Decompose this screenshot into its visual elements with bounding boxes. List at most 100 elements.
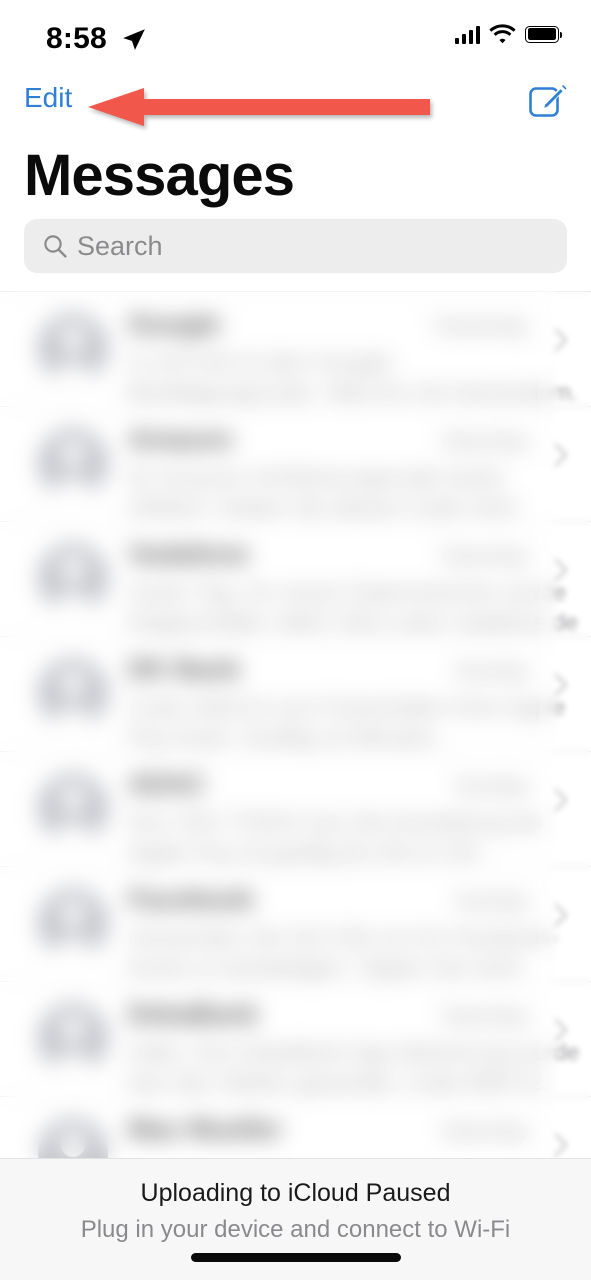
- row-header: Google Yesterday: [128, 309, 581, 340]
- person-placeholder-icon: [38, 1118, 108, 1159]
- conversation-sender: DK Bank: [128, 654, 241, 684]
- row-text: Amazon Saturday Ihr Amazon-Verifizierungsc…: [128, 424, 581, 524]
- row-text: Facebook Sunday Verwenden Sie 615 204 um I…: [128, 884, 581, 984]
- row-header: Max Mueller Saturday: [128, 1114, 581, 1145]
- row-header: DekaBank Saturday: [128, 999, 581, 1030]
- avatar-body: [48, 1052, 98, 1073]
- person-placeholder-icon: [38, 888, 108, 958]
- banner-subtitle: Plug in your device and connect to Wi-Fi: [80, 1216, 511, 1243]
- conversation-preview: Verwenden Sie 615 204 um Ihr Facebook-Ko…: [128, 924, 559, 981]
- wifi-icon: [489, 24, 516, 44]
- conversation-row[interactable]: ADAC Sunday Ihre TAN 778341 fuer die Anmel…: [0, 751, 591, 866]
- avatar-head: [60, 440, 86, 467]
- chevron-right-icon[interactable]: [553, 327, 569, 353]
- conversation-row[interactable]: DekaBank Saturday Hallo, Ihre DekaBank App…: [0, 981, 591, 1096]
- chevron-right-icon[interactable]: [553, 672, 569, 698]
- conversation-timestamp: Sunday: [454, 888, 529, 913]
- conversation-preview: Guten Tag, Ihr neues Datenvolumen wurde …: [128, 579, 579, 636]
- person-placeholder-icon: [38, 1003, 108, 1073]
- person-placeholder-icon: [38, 658, 108, 728]
- row-text: Vodafone Saturday Guten Tag, Ihr neues Dat…: [128, 539, 581, 638]
- row-separator: [0, 521, 591, 522]
- conversation-preview: Hallo, Ihre DekaBank App Aktivierung wur…: [128, 1039, 580, 1096]
- row-separator: [0, 981, 591, 982]
- row-separator: [0, 1096, 591, 1097]
- status-bar: 8:58: [0, 0, 591, 72]
- row-text: DekaBank Saturday Hallo, Ihre DekaBank App…: [128, 999, 581, 1098]
- avatar-head: [60, 1130, 86, 1157]
- conversation-timestamp: Saturday: [440, 543, 529, 568]
- row-separator: [0, 291, 591, 292]
- person-placeholder-icon: [38, 773, 108, 843]
- avatar-body: [48, 477, 98, 498]
- person-placeholder-icon: [38, 313, 108, 383]
- status-bar-clock: 8:58: [46, 22, 107, 55]
- row-text: Max Mueller Saturday: [128, 1114, 581, 1152]
- conversation-row[interactable]: Amazon Saturday Ihr Amazon-Verifizierungsc…: [0, 406, 591, 521]
- row-header: Vodafone Saturday: [128, 539, 581, 570]
- conversation-row[interactable]: Vodafone Saturday Guten Tag, Ihr neues Dat…: [0, 521, 591, 636]
- annotation-arrow-icon: [88, 88, 430, 126]
- conversation-preview: Ihre TAN 778341 fuer die Anmeldung bei A…: [128, 809, 543, 866]
- conversation-row[interactable]: Google Yesterday G-187146 ist dein Google-…: [0, 291, 591, 406]
- conversation-row[interactable]: Max Mueller Saturday: [0, 1096, 591, 1159]
- conversation-timestamp: Saturday: [440, 1003, 529, 1028]
- conversation-timestamp: Yesterday: [431, 313, 529, 338]
- iphone-screen: 8:58 Edit Messages Search Google Yesterd…: [0, 0, 591, 1280]
- conversation-timestamp: Saturday: [440, 1118, 529, 1143]
- conversation-row[interactable]: DK Bank Sunday Code 448213 zum Freischalte…: [0, 636, 591, 751]
- edit-button[interactable]: Edit: [24, 84, 72, 112]
- row-text: DK Bank Sunday Code 448213 zum Freischalte…: [128, 654, 581, 753]
- chevron-right-icon[interactable]: [553, 1017, 569, 1043]
- banner-title: Uploading to iCloud Paused: [140, 1179, 451, 1207]
- conversation-timestamp: Sunday: [454, 773, 529, 798]
- conversation-sender: Vodafone: [128, 539, 249, 569]
- avatar-body: [48, 822, 98, 843]
- conversation-row[interactable]: Facebook Sunday Verwenden Sie 615 204 um I…: [0, 866, 591, 981]
- person-placeholder-icon: [38, 543, 108, 613]
- row-header: ADAC Sunday: [128, 769, 581, 800]
- row-text: Google Yesterday G-187146 ist dein Google-…: [128, 309, 581, 408]
- conversation-preview: Ihr Amazon-Verifizierungscode lautet 294…: [128, 464, 517, 521]
- chevron-right-icon[interactable]: [553, 1132, 569, 1158]
- conversation-timestamp: Saturday: [440, 428, 529, 453]
- search-bar[interactable]: [24, 219, 567, 273]
- avatar-head: [60, 325, 86, 352]
- avatar-body: [48, 937, 98, 958]
- chevron-right-icon[interactable]: [553, 902, 569, 928]
- search-input[interactable]: [77, 230, 507, 262]
- row-header: DK Bank Sunday: [128, 654, 581, 685]
- row-separator: [0, 866, 591, 867]
- conversation-sender: Max Mueller: [128, 1114, 283, 1144]
- avatar-body: [48, 707, 98, 728]
- row-header: Facebook Sunday: [128, 884, 581, 915]
- conversation-sender: DekaBank: [128, 999, 259, 1029]
- avatar-head: [60, 785, 86, 812]
- compose-icon[interactable]: [527, 80, 567, 120]
- conversation-sender: Amazon: [128, 424, 234, 454]
- conversation-sender: Facebook: [128, 884, 255, 914]
- row-header: Amazon Saturday: [128, 424, 581, 455]
- avatar-body: [48, 362, 98, 383]
- avatar-head: [60, 670, 86, 697]
- conversation-preview: Code 448213 zum Freischalten Ihrer Apple…: [128, 694, 566, 751]
- search-icon: [44, 235, 67, 258]
- battery-full-icon: [525, 25, 563, 43]
- avatar-head: [60, 555, 86, 582]
- conversation-preview: G-187146 ist dein Google-Bestätigungscod…: [128, 349, 578, 406]
- chevron-right-icon[interactable]: [553, 442, 569, 468]
- conversation-timestamp: Sunday: [454, 658, 529, 683]
- cellular-bars-icon: [454, 24, 480, 44]
- row-separator: [0, 406, 591, 407]
- chevron-right-icon[interactable]: [553, 787, 569, 813]
- conversation-sender: Google: [128, 309, 221, 339]
- person-placeholder-icon: [38, 428, 108, 498]
- avatar-head: [60, 900, 86, 927]
- page-title: Messages: [24, 143, 295, 208]
- row-separator: [0, 751, 591, 752]
- chevron-right-icon[interactable]: [553, 557, 569, 583]
- conversation-list[interactable]: Google Yesterday G-187146 ist dein Google-…: [0, 291, 591, 1159]
- status-bar-indicators: [454, 24, 563, 44]
- row-separator: [0, 636, 591, 637]
- home-indicator[interactable]: [190, 1253, 401, 1262]
